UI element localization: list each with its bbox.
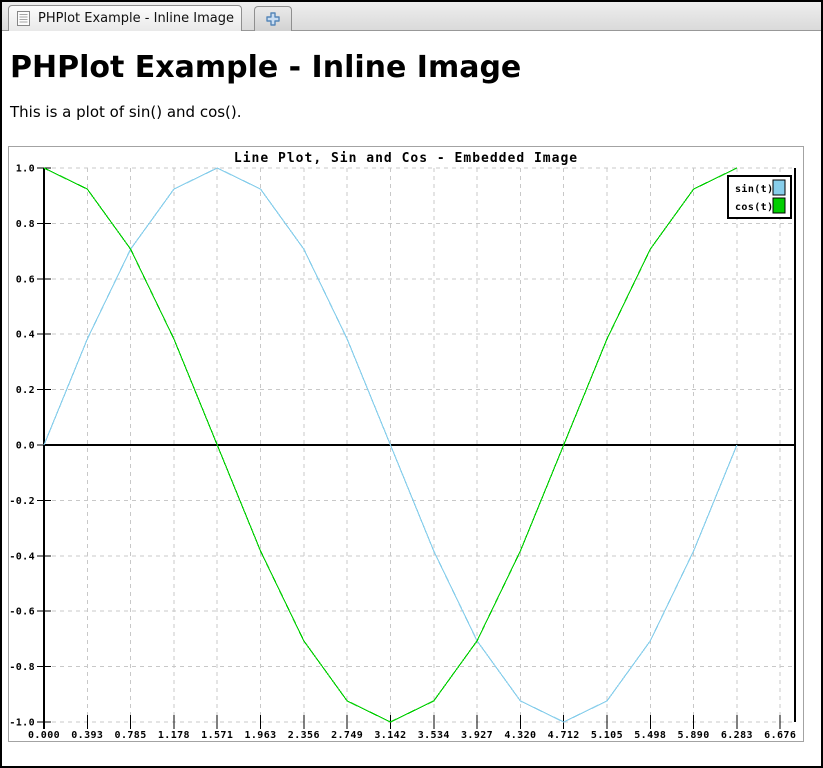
y-tick-label: 0.6 bbox=[16, 274, 35, 285]
y-tick-label: 0.0 bbox=[16, 441, 35, 452]
y-tick-label: -0.4 bbox=[9, 551, 35, 562]
legend-swatch-cos bbox=[773, 198, 785, 213]
x-tick-label: 5.498 bbox=[634, 730, 666, 741]
x-tick-label: 1.571 bbox=[201, 730, 233, 741]
x-tick-label: 0.785 bbox=[115, 730, 147, 741]
y-tick-label: 0.2 bbox=[16, 385, 35, 396]
y-tick-label: -0.6 bbox=[9, 607, 35, 618]
x-tick-label: 2.749 bbox=[331, 730, 363, 741]
tab-title: PHPlot Example - Inline Image bbox=[38, 11, 234, 26]
tab-bar: PHPlot Example - Inline Image bbox=[2, 2, 821, 31]
y-tick-label: 0.8 bbox=[16, 219, 35, 230]
x-tick-label: 1.963 bbox=[244, 730, 276, 741]
y-tick-label: -1.0 bbox=[9, 718, 35, 729]
page-content: PHPlot Example - Inline Image This is a … bbox=[2, 51, 821, 742]
document-icon bbox=[17, 11, 30, 26]
tab-phplot-example[interactable]: PHPlot Example - Inline Image bbox=[8, 5, 242, 31]
x-tick-label: 4.712 bbox=[548, 730, 580, 741]
x-tick-label: 0.393 bbox=[71, 730, 103, 741]
sin-cos-line-chart: 0.000 0.393 0.785 1.178 1.571 1.963 2.356 2.749… bbox=[9, 147, 803, 741]
chart-title: Line Plot, Sin and Cos - Embedded Image bbox=[234, 151, 578, 166]
x-tick-label: 1.178 bbox=[158, 730, 190, 741]
x-tick-label: 2.356 bbox=[288, 730, 320, 741]
x-tick-label: 6.283 bbox=[721, 730, 753, 741]
x-tick-label: 6.676 bbox=[764, 730, 796, 741]
page-title: PHPlot Example - Inline Image bbox=[10, 51, 821, 85]
x-tick-label: 5.105 bbox=[591, 730, 623, 741]
x-tick-label: 3.927 bbox=[461, 730, 493, 741]
plot-image: 0.000 0.393 0.785 1.178 1.571 1.963 2.356 2.749… bbox=[8, 146, 804, 742]
new-tab-button[interactable] bbox=[254, 6, 292, 31]
y-tick-label: 0.4 bbox=[16, 330, 35, 341]
y-tick-label: -0.2 bbox=[9, 496, 35, 507]
y-tick-label: 1.0 bbox=[16, 164, 35, 175]
x-tick-label: 0.000 bbox=[28, 730, 60, 741]
legend-swatch-sin bbox=[773, 180, 785, 195]
browser-window: PHPlot Example - Inline Image PHPlot Exa… bbox=[0, 0, 823, 768]
x-tick-label: 3.142 bbox=[374, 730, 406, 741]
legend-label-cos: cos(t) bbox=[735, 202, 774, 213]
x-tick-label: 4.320 bbox=[504, 730, 536, 741]
legend-label-sin: sin(t) bbox=[735, 183, 774, 195]
y-tick-label: -0.8 bbox=[9, 662, 35, 673]
plus-icon bbox=[265, 11, 281, 27]
x-tick-label: 5.890 bbox=[678, 730, 710, 741]
intro-text: This is a plot of sin() and cos(). bbox=[10, 103, 821, 121]
x-tick-label: 3.534 bbox=[418, 730, 450, 741]
